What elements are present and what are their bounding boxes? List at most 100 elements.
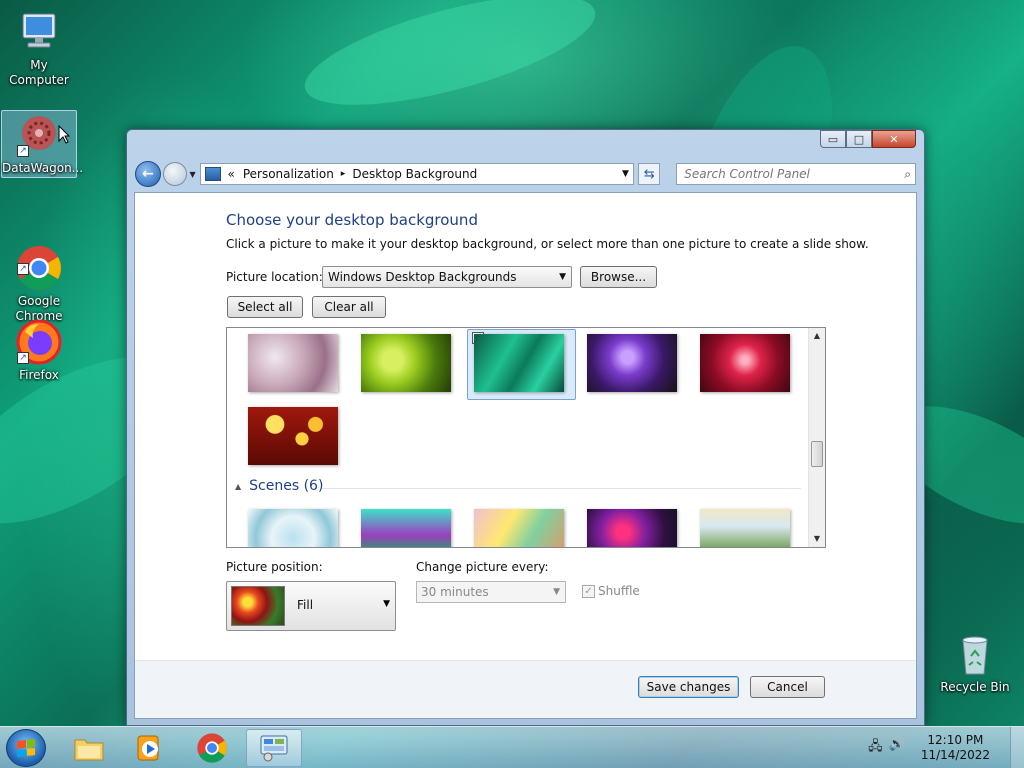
network-icon[interactable]: 🖧 bbox=[868, 737, 883, 759]
show-desktop-button[interactable] bbox=[1010, 727, 1024, 768]
folder-icon bbox=[74, 739, 104, 761]
change-interval-select[interactable]: 30 minutes ▼ bbox=[416, 581, 566, 603]
clock-time: 12:10 PM bbox=[927, 733, 984, 747]
picture-location-value: Windows Desktop Backgrounds bbox=[328, 270, 517, 284]
wallpaper-thumb[interactable] bbox=[474, 334, 564, 392]
desktop-background-window: ▭ □ ✕ ← ▼ « Personalization ▸ Desktop Ba… bbox=[126, 129, 925, 726]
tray-icons: 🖧 🔊 bbox=[868, 737, 905, 759]
taskbar-control-panel[interactable] bbox=[246, 729, 302, 767]
wallpaper-thumb[interactable] bbox=[248, 407, 338, 465]
picture-location-select[interactable]: Windows Desktop Backgrounds ▼ bbox=[322, 266, 572, 288]
wallpaper-thumb[interactable] bbox=[700, 509, 790, 547]
browse-button[interactable]: Browse... bbox=[580, 266, 657, 288]
computer-icon bbox=[15, 8, 63, 56]
picture-position-select[interactable]: Fill ▼ bbox=[226, 581, 396, 631]
taskbar-media-player[interactable] bbox=[121, 729, 177, 767]
address-prefix[interactable]: « bbox=[227, 167, 234, 181]
wallpaper-thumb[interactable] bbox=[361, 509, 451, 547]
wallpaper-thumb[interactable] bbox=[587, 334, 677, 392]
desktop-icon-firefox[interactable]: ↗ Firefox bbox=[1, 318, 77, 383]
wallpaper-leaf bbox=[294, 0, 606, 128]
taskbar-chrome[interactable] bbox=[184, 729, 240, 767]
wallpaper-thumb[interactable] bbox=[361, 334, 451, 392]
shortcut-arrow-icon: ↗ bbox=[17, 145, 29, 157]
forward-button[interactable] bbox=[162, 162, 187, 186]
minimize-button[interactable]: ▭ bbox=[820, 130, 846, 148]
caption-buttons: ▭ □ ✕ bbox=[820, 130, 916, 148]
windows-logo-icon bbox=[17, 739, 35, 757]
search-icon[interactable]: ⌕ bbox=[904, 167, 911, 182]
clear-all-button[interactable]: Clear all bbox=[312, 296, 386, 318]
page-description: Click a picture to make it your desktop … bbox=[226, 237, 869, 251]
maximize-button[interactable]: □ bbox=[846, 130, 872, 148]
chrome-icon: ↗ bbox=[15, 229, 63, 290]
recycle-bin-icon bbox=[951, 630, 999, 678]
recent-pages-dropdown[interactable]: ▼ bbox=[187, 170, 199, 179]
wallpaper-thumb[interactable] bbox=[587, 509, 677, 547]
scroll-down-icon[interactable]: ▼ bbox=[809, 531, 825, 547]
wallpaper-thumb[interactable] bbox=[700, 334, 790, 392]
shortcut-arrow-icon: ↗ bbox=[17, 352, 29, 364]
collapse-triangle-icon[interactable]: ▲ bbox=[235, 482, 241, 491]
desktop-icon-my-computer[interactable]: My Computer bbox=[1, 8, 77, 88]
search-placeholder: Search Control Panel bbox=[684, 167, 810, 181]
navigation-bar: ← ▼ « Personalization ▸ Desktop Backgrou… bbox=[135, 160, 917, 188]
control-panel-icon bbox=[260, 735, 288, 762]
wallpaper-gallery: ✓ ▲ Scenes (6) ▲ ▼ bbox=[226, 327, 826, 548]
wallpaper-thumb[interactable] bbox=[248, 509, 338, 547]
clock[interactable]: 12:10 PM 11/14/2022 bbox=[921, 733, 990, 763]
taskbar-explorer[interactable] bbox=[61, 729, 117, 767]
scroll-up-icon[interactable]: ▲ bbox=[809, 328, 825, 344]
dialog-footer: Save changes Cancel bbox=[135, 660, 916, 718]
desktop-icon-label: My Computer bbox=[9, 58, 69, 87]
desktop-icon-label: Firefox bbox=[19, 368, 59, 382]
datawagon-icon: ↗ bbox=[15, 111, 63, 159]
chevron-down-icon: ▼ bbox=[559, 272, 566, 282]
refresh-button[interactable]: ⇆ bbox=[638, 163, 661, 185]
select-all-button[interactable]: Select all bbox=[227, 296, 303, 318]
desktop-icon-label: DataWagon... bbox=[2, 161, 84, 175]
desktop-icon-label: Recycle Bin bbox=[940, 680, 1010, 694]
desktop-icon-recycle-bin[interactable]: Recycle Bin bbox=[937, 630, 1013, 695]
scrollbar-thumb[interactable] bbox=[811, 441, 823, 467]
control-panel-icon bbox=[205, 167, 222, 181]
shortcut-arrow-icon: ↗ bbox=[17, 263, 29, 275]
change-picture-label: Change picture every: bbox=[416, 560, 549, 574]
taskbar: 🖧 🔊 12:10 PM 11/14/2022 bbox=[0, 726, 1024, 768]
change-interval-value: 30 minutes bbox=[421, 585, 489, 599]
wallpaper-thumb[interactable] bbox=[248, 334, 338, 392]
address-dropdown-icon[interactable]: ▼ bbox=[617, 169, 633, 179]
shuffle-label: Shuffle bbox=[598, 584, 640, 598]
chevron-down-icon: ▼ bbox=[553, 587, 560, 597]
volume-icon[interactable]: 🔊 bbox=[889, 737, 905, 759]
address-bar[interactable]: « Personalization ▸ Desktop Background ▼ bbox=[200, 163, 635, 185]
picture-position-value: Fill bbox=[297, 598, 314, 612]
desktop-icon-datawagon[interactable]: ↗ DataWagon... bbox=[1, 110, 84, 178]
group-header-scenes[interactable]: ▲ Scenes (6) bbox=[235, 478, 323, 494]
save-changes-button[interactable]: Save changes bbox=[638, 676, 739, 698]
breadcrumb-personalization[interactable]: Personalization bbox=[243, 167, 334, 181]
shuffle-check-icon[interactable]: ✓ bbox=[582, 584, 595, 598]
back-button[interactable]: ← bbox=[135, 161, 161, 187]
gallery-scrollbar[interactable]: ▲ ▼ bbox=[808, 328, 825, 547]
cancel-button[interactable]: Cancel bbox=[750, 676, 825, 698]
picture-position-label: Picture position: bbox=[226, 560, 323, 574]
shuffle-checkbox[interactable]: ✓ Shuffle bbox=[582, 584, 640, 598]
clock-date: 11/14/2022 bbox=[920, 748, 990, 762]
position-preview-image bbox=[231, 586, 285, 626]
breadcrumb-separator-icon[interactable]: ▸ bbox=[341, 169, 346, 179]
content-pane: Choose your desktop background Click a p… bbox=[134, 192, 917, 719]
page-title: Choose your desktop background bbox=[226, 211, 478, 229]
picture-location-label: Picture location: bbox=[226, 270, 323, 284]
start-button[interactable] bbox=[6, 729, 46, 767]
group-divider bbox=[322, 488, 801, 489]
system-tray: 🖧 🔊 12:10 PM 11/14/2022 bbox=[868, 727, 1024, 768]
close-button[interactable]: ✕ bbox=[872, 130, 916, 148]
breadcrumb-desktop-background[interactable]: Desktop Background bbox=[352, 167, 477, 181]
firefox-icon: ↗ bbox=[15, 318, 63, 366]
chevron-down-icon: ▼ bbox=[383, 599, 390, 609]
mouse-cursor-icon bbox=[58, 125, 70, 144]
wallpaper-thumb[interactable] bbox=[474, 509, 564, 547]
search-input[interactable]: Search Control Panel ⌕ bbox=[676, 163, 917, 185]
group-header-label: Scenes (6) bbox=[249, 478, 324, 494]
